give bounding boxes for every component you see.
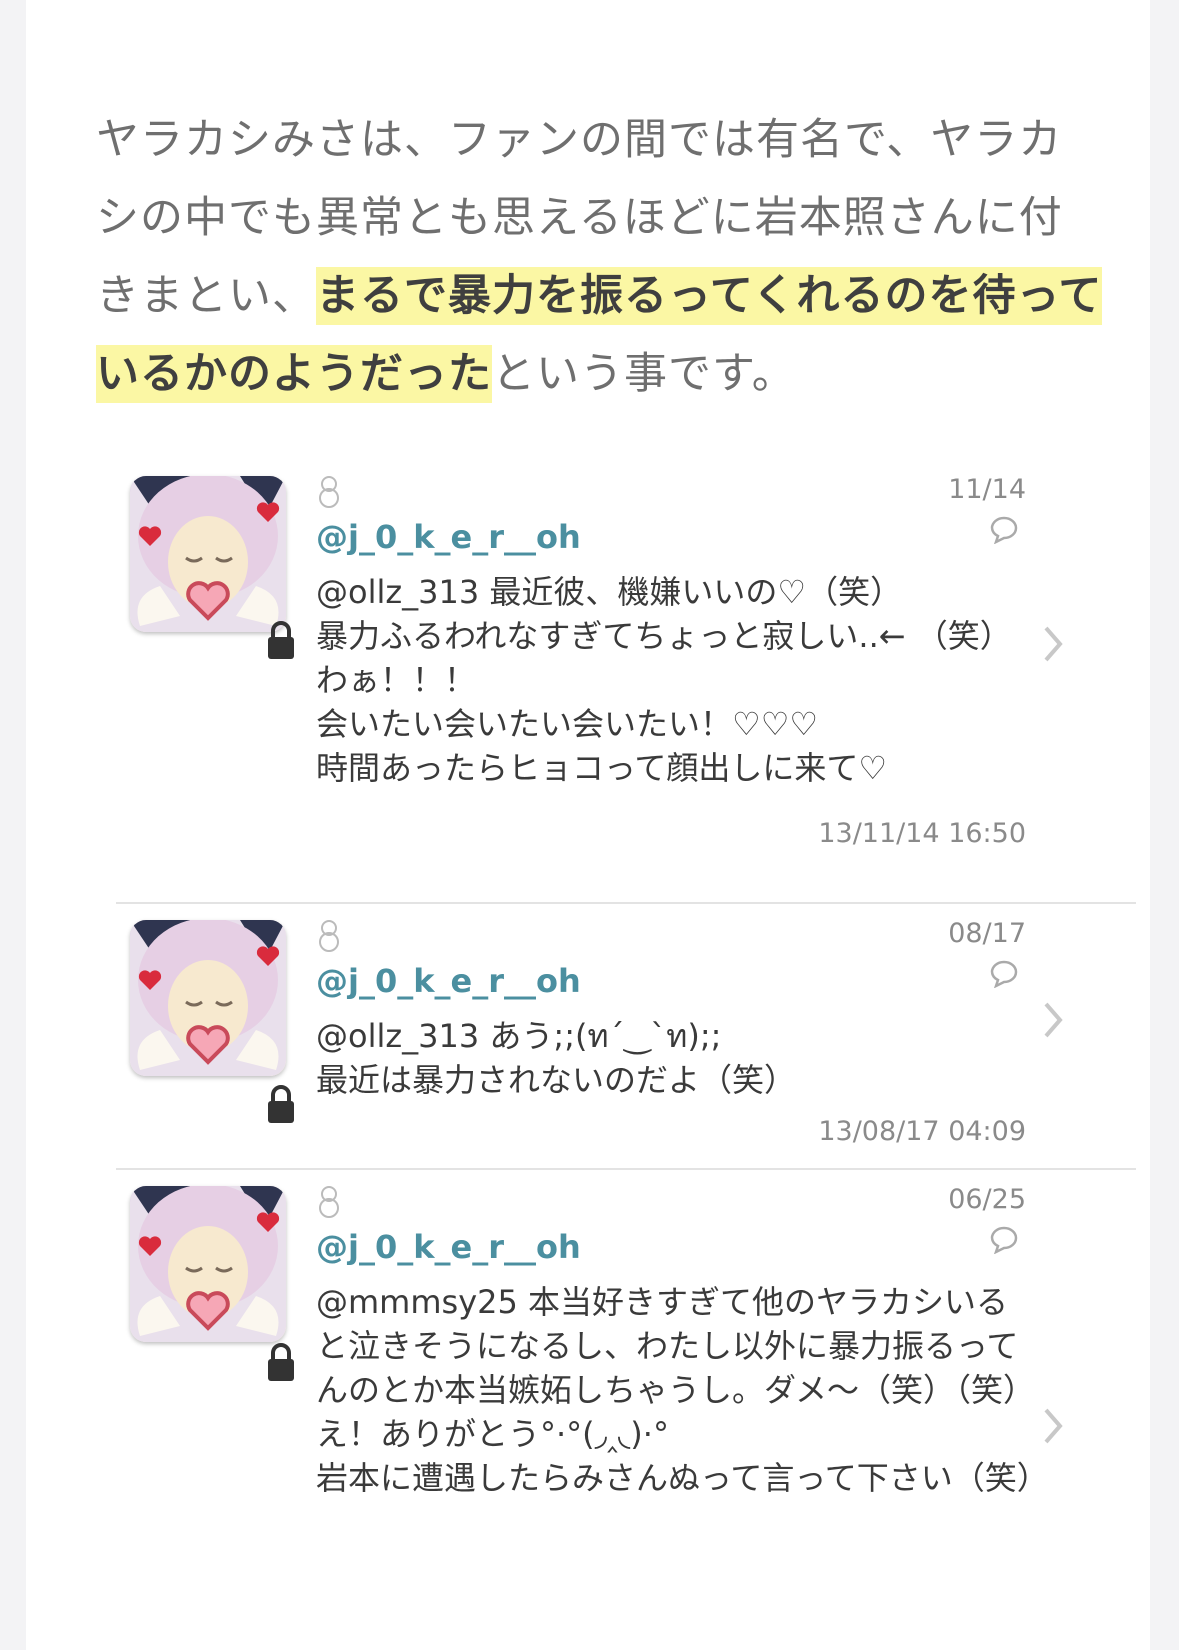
lock-icon [268,621,294,659]
tweet-username[interactable]: @j_0_k_e_r__oh [316,962,581,1000]
tweet-item[interactable]: 11/14 @j_0_k_e_r__oh @ollz_313 最近彼、機嫌いいの… [116,460,1136,904]
chevron-right-icon[interactable] [1042,1000,1064,1040]
tweet-date: 11/14 [948,474,1026,505]
chevron-right-icon[interactable] [1042,624,1064,664]
snowman-icon [319,920,339,952]
anime-girl-avatar [130,920,286,1076]
tweet-body: @ollz_313 あう;;(ท´‿`ท);; 最近は暴力されないのだよ（笑） [316,1017,797,1099]
conversation-icon[interactable] [986,1224,1022,1254]
tweet-body: @ollz_313 最近彼、機嫌いいの♡（笑） 暴力ふるわれなすぎてちょっと寂し… [316,573,1012,787]
tweet-body: @mmmsy25 本当好きすぎて他のヤラカシいると泣きそうになるし、わたし以外に… [316,1283,1049,1497]
tweet-username[interactable]: @j_0_k_e_r__oh [316,518,581,556]
snowman-icon [319,1186,339,1218]
tweet-timestamp: 13/11/14 16:50 [818,818,1026,849]
chevron-right-icon[interactable] [1042,1406,1064,1446]
anime-girl-avatar [130,1186,286,1342]
snowman-icon [319,476,339,508]
tweet-item[interactable]: 08/17 @j_0_k_e_r__oh @ollz_313 あう;;(ท´‿`… [116,904,1136,1170]
tweet-date: 06/25 [948,1184,1026,1215]
content-card: ヤラカシみさは、ファンの間では有名で、ヤラカシの中でも異常とも思えるほどに岩本照… [26,0,1150,1650]
conversation-icon[interactable] [986,514,1022,544]
tweet-item[interactable]: 06/25 @j_0_k_e_r__oh @mmmsy25 本当好きすぎて他のヤ… [116,1170,1136,1640]
conversation-icon[interactable] [986,958,1022,988]
avatar[interactable] [130,1186,286,1342]
anime-girl-avatar [130,476,286,632]
article-text-after: という事です。 [492,349,796,399]
avatar[interactable] [130,476,286,632]
tweet-timestamp: 13/08/17 04:09 [818,1116,1026,1147]
tweet-list: 11/14 @j_0_k_e_r__oh @ollz_313 最近彼、機嫌いいの… [116,460,1136,1640]
article-paragraph: ヤラカシみさは、ファンの間では有名で、ヤラカシの中でも異常とも思えるほどに岩本照… [96,101,1106,413]
tweet-username[interactable]: @j_0_k_e_r__oh [316,1228,581,1266]
avatar[interactable] [130,920,286,1076]
lock-icon [268,1343,294,1381]
lock-icon [268,1085,294,1123]
tweet-date: 08/17 [948,918,1026,949]
